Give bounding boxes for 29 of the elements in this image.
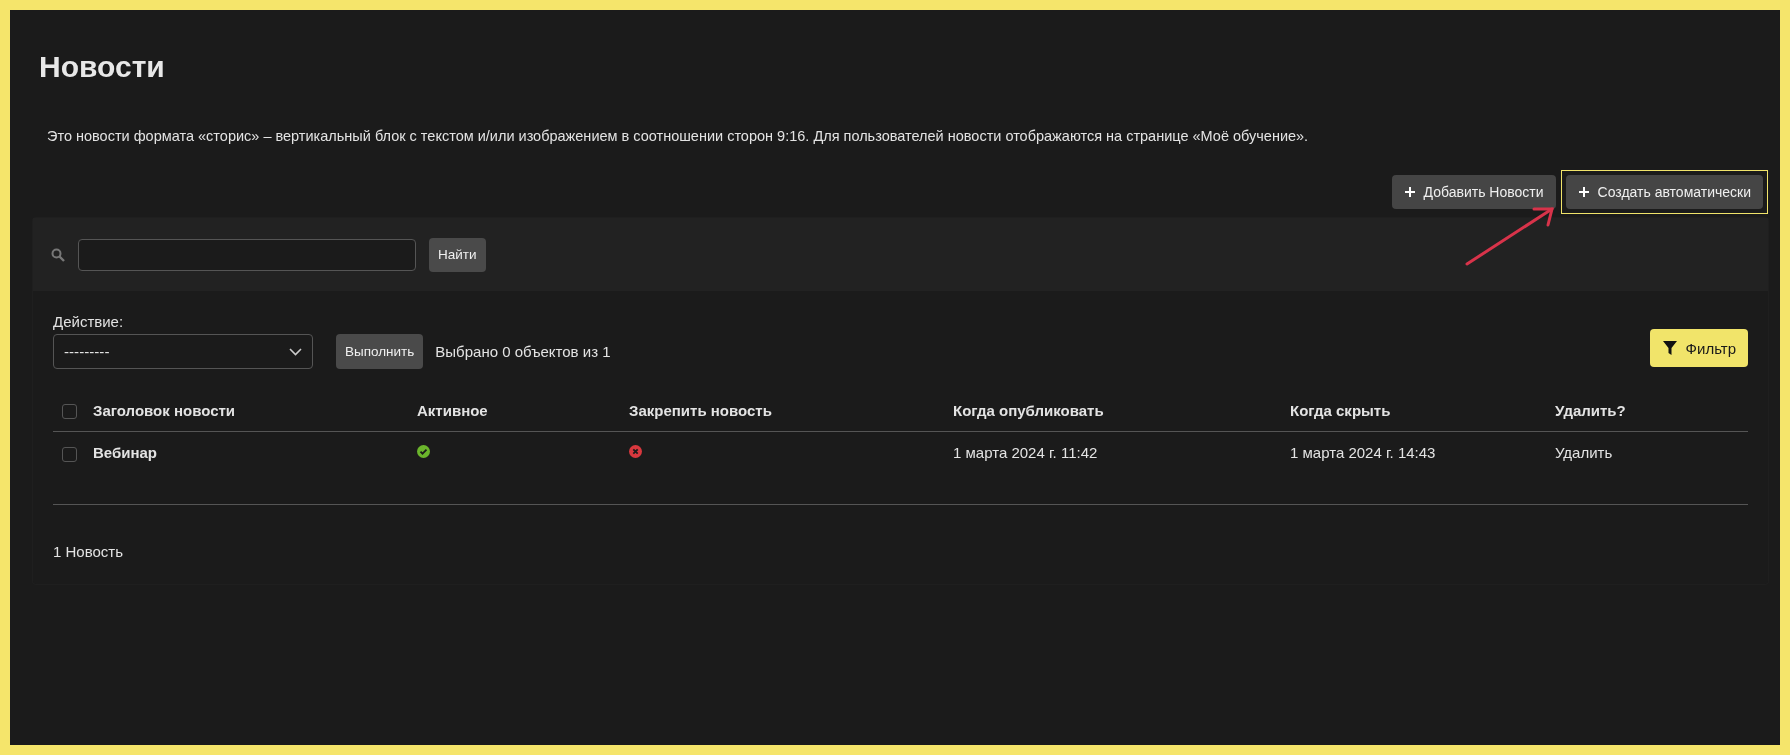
column-header: Закрепить новость (629, 401, 773, 419)
column-header: Удалить? (1555, 401, 1627, 419)
page-description: Это новости формата «сторис» – вертикальный блок с текстом и/или изображением в соотношении сторон 9:16. Для пользователей новости отображаются на странице «Моё обучение». (47, 128, 1310, 144)
toolbar-button[interactable]: Создать автоматически (1565, 175, 1763, 209)
search-field[interactable] (78, 238, 416, 271)
run-button[interactable]: Выполнить (336, 334, 424, 369)
search-icon (51, 247, 65, 262)
result-count: 1 Новость (53, 543, 124, 560)
chevron-down-icon (289, 347, 302, 356)
column-header: Активное (417, 401, 489, 419)
table-cell-text: 1 марта 2024 г. 14:43 (1290, 444, 1437, 461)
page-title: Новости (39, 50, 166, 84)
table-cell-text: Вебинар (93, 444, 159, 461)
filter-button[interactable]: Фильтр (1649, 329, 1748, 367)
action-select[interactable]: --------- (53, 334, 313, 369)
column-header: Когда опубликовать (953, 401, 1105, 419)
toolbar-button[interactable]: Добавить Новости (1391, 175, 1556, 209)
funnel-icon (1661, 340, 1678, 356)
table-cell-text: Удалить (1555, 444, 1614, 461)
checkbox[interactable] (62, 403, 77, 419)
column-header: Когда скрыть (1290, 401, 1392, 419)
search-button[interactable]: Найти (429, 237, 486, 272)
selection-count: Выбрано 0 объектов из 1 (435, 342, 611, 362)
plus-icon (1577, 186, 1590, 198)
column-header: Заголовок новости (93, 401, 237, 419)
checkbox[interactable] (62, 446, 77, 462)
plus-icon (1403, 186, 1416, 198)
action-label: Действие: (53, 313, 125, 330)
table-cell-text: 1 марта 2024 г. 11:42 (953, 444, 1099, 461)
